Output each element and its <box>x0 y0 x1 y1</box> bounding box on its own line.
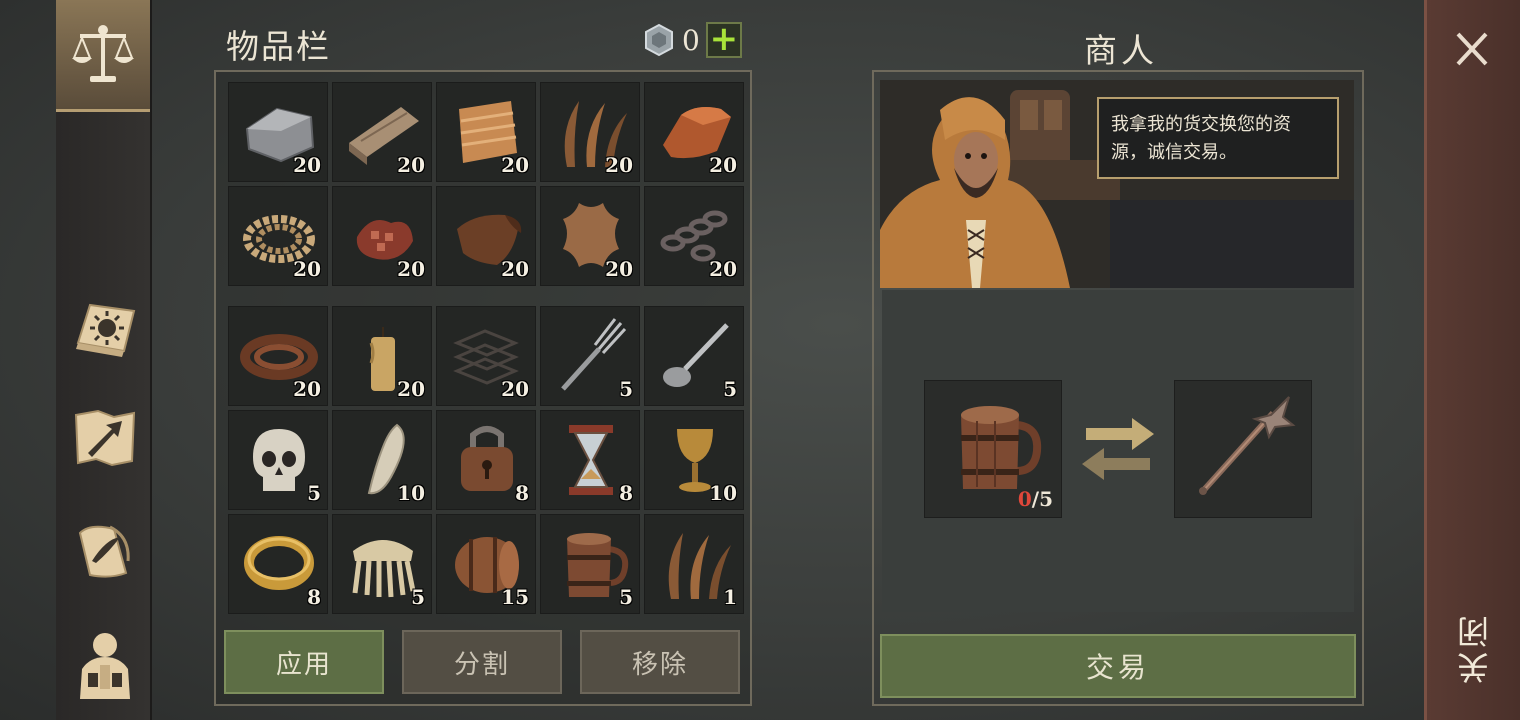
trade-receive-slot[interactable] <box>1174 380 1312 518</box>
item-count: 20 <box>501 257 529 281</box>
inventory-slot[interactable]: 20 <box>644 82 744 182</box>
inventory-slot[interactable]: 8 <box>540 410 640 510</box>
inventory-slot[interactable]: 20 <box>540 186 640 286</box>
item-count: 20 <box>501 377 529 401</box>
mug-icon <box>961 406 1042 489</box>
item-count: 20 <box>709 257 737 281</box>
inventory-slot[interactable]: 5 <box>228 410 328 510</box>
item-count: 20 <box>605 153 633 177</box>
scales-icon <box>72 24 134 82</box>
inventory-slot[interactable]: 20 <box>436 306 536 406</box>
split-button[interactable]: 分割 <box>402 630 562 694</box>
item-count: 20 <box>397 257 425 281</box>
inventory-slot[interactable]: 20 <box>228 306 328 406</box>
add-coins-button[interactable]: + <box>705 22 742 58</box>
item-count: 8 <box>307 585 321 609</box>
nav-quests-icon[interactable] <box>62 506 148 598</box>
inventory-slot[interactable]: 20 <box>436 186 536 286</box>
item-count: 20 <box>293 153 321 177</box>
inventory-slot[interactable]: 20 <box>228 82 328 182</box>
inventory-slot[interactable]: 5 <box>332 514 432 614</box>
mace-spear-icon <box>1199 396 1296 495</box>
item-count: 20 <box>605 257 633 281</box>
coin-balance: 0 + <box>642 22 742 58</box>
item-count: 20 <box>501 153 529 177</box>
trade-give-quantity: 0/5 <box>1018 487 1053 511</box>
item-grid: 20 20 20 5 5 5 10 8 8 10 8 5 15 5 1 <box>228 306 744 614</box>
scroll-quill-icon <box>78 525 130 578</box>
inventory-slot[interactable]: 20 <box>540 82 640 182</box>
item-count: 5 <box>307 481 321 505</box>
inventory-slot[interactable]: 10 <box>332 410 432 510</box>
map-arrow-icon <box>74 409 136 467</box>
inventory-slot[interactable]: 20 <box>228 186 328 286</box>
nav-map-icon[interactable] <box>62 392 148 484</box>
inventory-title: 物品栏 <box>226 27 331 66</box>
merchant-speech-bubble: 我拿我的货交换您的资源，诚信交易。 <box>1097 97 1339 179</box>
inventory-panel: 20 20 20 20 20 20 20 20 20 20 20 20 20 5 5 5 10 8 8 10 8 5 15… <box>214 70 752 706</box>
inventory-slot[interactable]: 8 <box>228 514 328 614</box>
apply-button[interactable]: 应用 <box>224 630 384 694</box>
give-have-count: 0 <box>1017 487 1032 511</box>
inventory-slot[interactable]: 5 <box>540 514 640 614</box>
inventory-slot[interactable]: 15 <box>436 514 536 614</box>
inventory-slot[interactable]: 20 <box>436 82 536 182</box>
sun-book-icon <box>76 303 136 357</box>
item-count: 10 <box>397 481 425 505</box>
item-count: 8 <box>619 481 633 505</box>
item-count: 5 <box>723 377 737 401</box>
inventory-slot[interactable]: 20 <box>332 306 432 406</box>
item-count: 5 <box>411 585 425 609</box>
item-count: 20 <box>709 153 737 177</box>
nav-journal-icon[interactable] <box>62 282 148 374</box>
inventory-slot[interactable]: 5 <box>540 306 640 406</box>
swap-arrows-icon <box>1082 418 1154 480</box>
item-count: 10 <box>709 481 737 505</box>
item-count: 15 <box>501 585 529 609</box>
inventory-slot[interactable]: 20 <box>644 186 744 286</box>
character-icon <box>80 633 130 699</box>
item-count: 20 <box>397 377 425 401</box>
item-count: 5 <box>619 585 633 609</box>
inventory-slot[interactable]: 8 <box>436 410 536 510</box>
remove-button[interactable]: 移除 <box>580 630 740 694</box>
coin-count: 0 <box>682 23 700 57</box>
resource-grid: 20 20 20 20 20 20 20 20 20 20 <box>228 82 744 286</box>
give-separator: / <box>1031 487 1040 511</box>
merchant-title: 商人 <box>1084 31 1158 70</box>
silver-coin-icon <box>645 23 673 57</box>
item-count: 1 <box>723 585 737 609</box>
inventory-slot[interactable]: 20 <box>332 82 432 182</box>
close-icon[interactable] <box>1446 26 1498 72</box>
inventory-slot[interactable]: 20 <box>332 186 432 286</box>
left-nav <box>56 0 152 720</box>
nav-character-icon[interactable] <box>62 618 148 710</box>
item-count: 5 <box>619 377 633 401</box>
game-screen: 物品栏 0 + 20 20 20 20 20 20 20 20 20 20 20 20 20 5 5 5 10… <box>0 0 1520 720</box>
trade-button[interactable]: 交易 <box>880 634 1356 698</box>
close-button[interactable]: 关闭 <box>1452 612 1496 684</box>
item-count: 20 <box>293 377 321 401</box>
inventory-slot[interactable]: 10 <box>644 410 744 510</box>
trade-give-slot[interactable]: 0/5 <box>924 380 1062 518</box>
inventory-slot[interactable]: 1 <box>644 514 744 614</box>
item-count: 20 <box>293 257 321 281</box>
inventory-slot[interactable]: 5 <box>644 306 744 406</box>
item-count: 20 <box>397 153 425 177</box>
give-required-count: 5 <box>1039 487 1053 511</box>
nav-trade-scales-icon[interactable] <box>56 0 150 112</box>
item-count: 8 <box>515 481 529 505</box>
